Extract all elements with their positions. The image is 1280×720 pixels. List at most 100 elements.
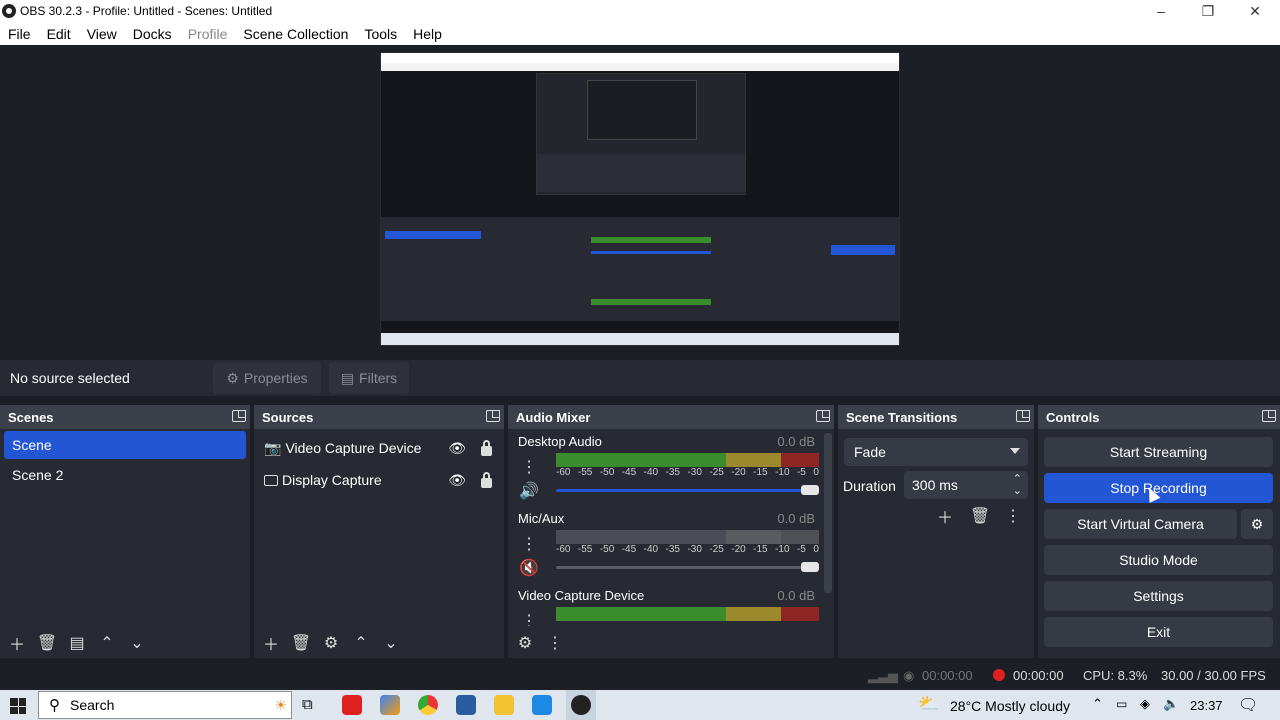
- weather-icon: ⛅: [918, 694, 940, 713]
- chevron-down-icon[interactable]: ⌄: [1013, 484, 1022, 497]
- chevron-up-icon[interactable]: ⌃: [96, 632, 118, 654]
- speaker-muted-icon[interactable]: 🔇: [518, 557, 540, 579]
- menu-scene-collection[interactable]: Scene Collection: [235, 26, 356, 42]
- channel-name: Video Capture Device: [518, 588, 645, 603]
- task-view-icon[interactable]: ⧉: [302, 696, 313, 713]
- filters-button[interactable]: ▤ Filters: [329, 362, 409, 394]
- virtual-camera-settings-button[interactable]: ⚙: [1241, 509, 1273, 539]
- scene-item[interactable]: Scene: [4, 431, 246, 459]
- menu-view[interactable]: View: [79, 26, 125, 42]
- start-virtual-camera-button[interactable]: Start Virtual Camera: [1044, 509, 1237, 539]
- battery-icon[interactable]: ▭: [1116, 697, 1127, 711]
- copilot-app-icon[interactable]: [380, 695, 400, 715]
- gear-icon[interactable]: ⚙: [320, 632, 342, 654]
- chevron-down-icon: [1010, 448, 1020, 454]
- search-highlight-icon: ☀: [274, 696, 287, 713]
- close-icon[interactable]: ✕: [1232, 0, 1278, 22]
- clock[interactable]: 23:37: [1190, 698, 1223, 713]
- lock-icon[interactable]: [481, 472, 492, 488]
- duration-label: Duration: [843, 478, 896, 494]
- properties-button[interactable]: ⚙ Properties: [213, 362, 321, 394]
- mixer-channel: Desktop Audio 0.0 dB ⋮ -60 -55 -50 -45 -40 -3…: [514, 434, 819, 504]
- chrome-app-icon[interactable]: [418, 695, 438, 715]
- exit-button[interactable]: Exit: [1044, 617, 1273, 647]
- sources-toolbar: ＋ 🗑 ⚙ ⌃ ⌄: [254, 628, 504, 658]
- youtube-app-icon[interactable]: [342, 695, 362, 715]
- settings-button[interactable]: Settings: [1044, 581, 1273, 611]
- source-item[interactable]: Display Capture 👁: [254, 465, 504, 495]
- obs-app-icon: [571, 695, 591, 715]
- fps-readout: 30.00 / 30.00 FPS: [1161, 668, 1266, 683]
- kebab-icon[interactable]: ⋮: [1002, 505, 1024, 527]
- chevron-up-icon[interactable]: ⌃: [350, 632, 372, 654]
- trash-icon[interactable]: 🗑: [969, 505, 991, 527]
- cpu-usage: CPU: 8.3%: [1083, 668, 1148, 683]
- notification-icon[interactable]: 🗨: [1238, 695, 1258, 715]
- taskbar: ⚲ Search ☀ ⧉ ⛅ 28°C Mostly cloudy ⌃ ▭ ◈ …: [0, 690, 1280, 720]
- kebab-icon[interactable]: ⋮: [518, 456, 540, 478]
- menu-bar: File Edit View Docks Profile Scene Colle…: [0, 22, 1280, 45]
- title-bar: OBS 30.2.3 - Profile: Untitled - Scenes:…: [0, 0, 1280, 22]
- chevron-up-icon[interactable]: ⌃: [1092, 696, 1103, 712]
- gear-icon[interactable]: ⚙: [514, 632, 536, 654]
- file-explorer-app-icon[interactable]: [494, 695, 514, 715]
- menu-docks[interactable]: Docks: [125, 26, 180, 42]
- add-icon[interactable]: ＋: [6, 632, 28, 654]
- trash-icon[interactable]: 🗑: [36, 632, 58, 654]
- record-icon: [993, 669, 1005, 681]
- duration-spinbox[interactable]: 300 ms ⌃ ⌄: [904, 471, 1028, 499]
- filter-icon[interactable]: ▤: [66, 632, 88, 654]
- undock-icon[interactable]: [486, 410, 500, 422]
- stream-time: 00:00:00: [922, 668, 973, 683]
- kebab-icon[interactable]: ⋮: [518, 533, 540, 555]
- sources-dock: Sources 📷 Video Capture Device 👁 Display…: [254, 405, 504, 658]
- weather-text[interactable]: 28°C Mostly cloudy: [950, 698, 1070, 714]
- undock-icon[interactable]: [232, 410, 246, 422]
- menu-edit[interactable]: Edit: [39, 26, 79, 42]
- menu-help[interactable]: Help: [405, 26, 450, 42]
- menu-tools[interactable]: Tools: [356, 26, 405, 42]
- wifi-icon[interactable]: ◈: [1140, 696, 1150, 712]
- studio-mode-button[interactable]: Studio Mode: [1044, 545, 1273, 575]
- start-streaming-button[interactable]: Start Streaming: [1044, 437, 1273, 467]
- windows-start-icon[interactable]: [10, 698, 26, 714]
- add-icon[interactable]: ＋: [260, 632, 282, 654]
- undock-icon[interactable]: [1016, 410, 1030, 422]
- volume-meter: [556, 607, 819, 621]
- taskbar-search[interactable]: ⚲ Search ☀: [38, 691, 292, 719]
- vscode-app-icon[interactable]: [532, 695, 552, 715]
- undock-icon[interactable]: [816, 410, 830, 422]
- gear-icon: ⚙: [226, 369, 239, 386]
- menu-file[interactable]: File: [0, 26, 39, 42]
- eye-icon[interactable]: 👁: [448, 440, 466, 457]
- mixer-title: Audio Mixer: [516, 409, 591, 425]
- volume-slider[interactable]: [556, 562, 819, 572]
- source-item[interactable]: 📷 Video Capture Device 👁: [254, 433, 504, 463]
- calculator-app-icon[interactable]: [456, 695, 476, 715]
- volume-icon[interactable]: 🔈: [1163, 696, 1179, 712]
- preview-canvas[interactable]: [380, 52, 900, 346]
- volume-meter: [556, 530, 819, 544]
- menu-profile[interactable]: Profile: [180, 26, 236, 42]
- kebab-icon[interactable]: ⋮: [544, 632, 566, 654]
- mixer-header: Audio Mixer: [508, 405, 834, 429]
- properties-label: Properties: [243, 370, 308, 386]
- transition-select[interactable]: Fade: [844, 438, 1028, 466]
- mixer-channel: Mic/Aux 0.0 dB ⋮ -60 -55 -50 -45 -40 -35 -30 -2…: [514, 511, 819, 581]
- eye-icon[interactable]: 👁: [448, 472, 466, 489]
- mixer-scrollbar[interactable]: [824, 433, 832, 593]
- scenes-header: Scenes: [0, 405, 250, 429]
- add-icon[interactable]: ＋: [934, 505, 956, 527]
- lock-icon[interactable]: [481, 440, 492, 456]
- scene-item[interactable]: Scene 2: [4, 461, 246, 489]
- minimize-icon[interactable]: –: [1138, 0, 1184, 22]
- kebab-icon[interactable]: ⋮: [518, 610, 540, 626]
- undock-icon[interactable]: [1262, 410, 1276, 422]
- chevron-down-icon[interactable]: ⌄: [126, 632, 148, 654]
- trash-icon[interactable]: 🗑: [290, 632, 312, 654]
- speaker-icon[interactable]: 🔊: [518, 480, 540, 502]
- restore-icon[interactable]: ❐: [1185, 0, 1231, 22]
- volume-slider[interactable]: [556, 485, 819, 495]
- chevron-down-icon[interactable]: ⌄: [380, 632, 402, 654]
- meter-ticks: -60 -55 -50 -45 -40 -35 -30 -25 -20 -15 -10 -5 0: [556, 467, 819, 478]
